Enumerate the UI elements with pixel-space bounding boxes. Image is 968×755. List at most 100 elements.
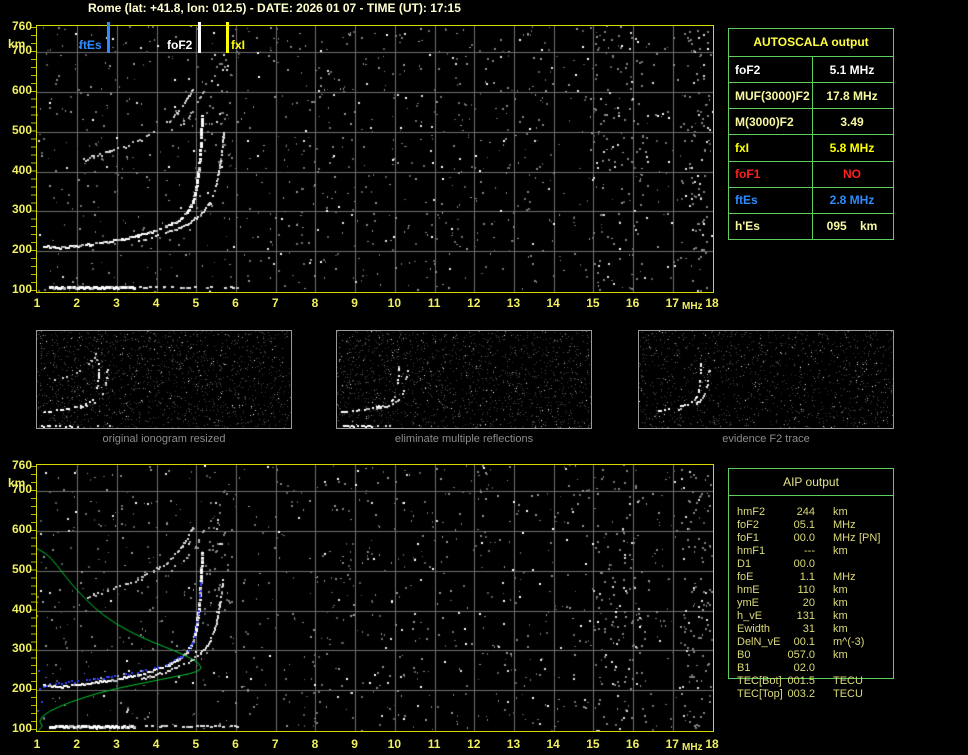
- aip-row-value: 131: [796, 610, 815, 622]
- aip-row-name: h_vE: [737, 610, 763, 622]
- autoscala-row: h'Es 095 km: [729, 212, 893, 239]
- autoscala-row: fxI 5.8 MHz: [729, 134, 893, 161]
- aip-row-name: hmF2: [737, 506, 766, 518]
- autoscala-row-value: 5.1 MHz: [829, 62, 875, 77]
- x-tick-label: 14: [546, 737, 560, 751]
- aip-row-name: Ewidth: [737, 623, 771, 635]
- aip-row-value: 00.1: [793, 636, 815, 648]
- autoscala-row-label: ftEs: [735, 193, 758, 208]
- autoscala-app-window: { "title": "Rome (lat: +41.8, lon: 012.5…: [0, 0, 968, 755]
- aip-row-value: 1.1: [799, 571, 815, 583]
- autoscala-row-label: h'Es: [735, 219, 760, 234]
- thumbnail-2: [336, 330, 592, 429]
- aip-row-unit: MHz: [833, 571, 856, 583]
- top-ionogram-canvas: [37, 26, 713, 292]
- aip-row-value: 00.0: [793, 558, 815, 570]
- aip-row-unit: MHz: [833, 532, 856, 544]
- aip-row-name: foF2: [737, 519, 760, 531]
- bottom-plot-x-unit-label: MHz: [682, 742, 703, 753]
- y-tick-label: 600: [11, 521, 32, 536]
- aip-row-unit: TECU: [833, 675, 863, 687]
- autoscala-row-value: 095 km: [826, 219, 878, 234]
- aip-row-unit: km: [833, 545, 848, 557]
- top-plot-y-unit-label: km: [8, 37, 26, 51]
- thumbnail-caption-3: evidence F2 trace: [722, 433, 810, 445]
- x-tick-label: 13: [506, 296, 521, 310]
- aip-row-value: 05.1: [793, 519, 815, 531]
- y-tick-label: 600: [11, 82, 32, 97]
- aip-row-unit: km: [833, 584, 848, 596]
- autoscala-row-label: M(3000)F2: [735, 114, 794, 129]
- page-title: Rome (lat: +41.8, lon: 012.5) - DATE: 20…: [88, 1, 461, 15]
- x-tick-label: 18: [705, 296, 719, 310]
- aip-row: foF1 00.0 MHz [PN]: [729, 532, 893, 545]
- aip-row: foE 1.1 MHz: [729, 571, 893, 584]
- x-tick-label: 15: [586, 296, 600, 310]
- x-tick-label: 9: [351, 296, 358, 310]
- x-tick-label: 5: [192, 296, 200, 310]
- aip-row-name: foF1: [737, 532, 760, 544]
- autoscala-row: ftEs 2.8 MHz: [729, 186, 893, 213]
- aip-row: TEC[Top] 003.2 TECU: [729, 688, 893, 701]
- aip-row-value: 003.2: [787, 688, 815, 700]
- x-tick-label: 6: [232, 296, 239, 310]
- autoscala-row: M(3000)F2 3.49: [729, 108, 893, 135]
- marker-label-fof2: foF2: [167, 38, 193, 52]
- autoscala-row-value: 5.8 MHz: [829, 140, 875, 155]
- aip-row: TEC[Bot] 001.5 TECU: [729, 675, 893, 688]
- thumbnail-caption-2: eliminate multiple reflections: [394, 433, 534, 445]
- thumbnail-caption-1: original ionogram resized: [102, 433, 226, 445]
- marker-line-ftes: [106, 22, 110, 53]
- aip-row: B1 02.0: [729, 662, 893, 675]
- aip-row: h_vE 131 km: [729, 610, 893, 623]
- bottom-ionogram-canvas: [37, 465, 713, 731]
- autoscala-row: MUF(3000)F2 17.8 MHz: [729, 82, 893, 109]
- aip-table-divider: [729, 495, 893, 496]
- top-plot-x-unit-label: MHz: [682, 301, 703, 312]
- aip-row-unit: km: [833, 649, 848, 661]
- y-tick-label: 500: [11, 561, 32, 576]
- autoscala-output-table: AUTOSCALA output foF2 5.1 MHz MUF(3000)F2 1…: [728, 28, 894, 240]
- aip-row: B0 057.0 km: [729, 649, 893, 662]
- aip-row-value: 20: [802, 597, 815, 609]
- y-tick-label: 760: [11, 458, 32, 472]
- x-tick-label: 18: [705, 737, 719, 751]
- aip-row-name: D1: [737, 558, 752, 570]
- aip-row: D1 00.0: [729, 558, 893, 571]
- aip-row-unit: km: [833, 623, 848, 635]
- thumbnail-canvas-3: [639, 331, 893, 428]
- autoscala-table-rows: foF2 5.1 MHz MUF(3000)F2 17.8 MHz M(3000)F2 3…: [729, 56, 893, 239]
- aip-row-value: 31: [802, 623, 815, 635]
- x-tick-label: 11: [427, 737, 441, 751]
- x-tick-label: 16: [625, 737, 640, 751]
- x-tick-label: 12: [467, 296, 481, 310]
- y-tick-label: 100: [11, 282, 32, 297]
- x-tick-label: 15: [586, 737, 600, 751]
- autoscala-table-header: AUTOSCALA output: [753, 35, 869, 49]
- y-tick-label: 400: [11, 162, 32, 177]
- bottom-plot-y-unit-label: km: [8, 476, 26, 490]
- y-tick-label: 100: [11, 721, 32, 736]
- aip-row-unit: km: [833, 610, 848, 622]
- x-tick-label: 12: [467, 737, 481, 751]
- aip-row-unit: TECU: [833, 688, 863, 700]
- aip-row-name: B0: [737, 649, 751, 661]
- x-tick-label: 4: [152, 296, 160, 310]
- thumbnail-1: [36, 330, 292, 429]
- x-tick-label: 3: [113, 296, 120, 310]
- aip-row-value: 244: [796, 506, 815, 518]
- x-tick-label: 13: [506, 737, 521, 751]
- aip-row-name: B1: [737, 662, 751, 674]
- x-tick-label: 9: [351, 737, 358, 751]
- y-tick-label: 200: [11, 681, 32, 696]
- aip-row-name: DelN_vE: [737, 636, 781, 648]
- x-tick-label: 2: [73, 296, 81, 310]
- y-tick-label: 400: [11, 601, 32, 616]
- aip-row: hmF1 --- km: [729, 545, 893, 558]
- autoscala-row-label: foF2: [735, 62, 761, 77]
- aip-row-extra: [PN]: [859, 532, 881, 544]
- autoscala-row-label: foF1: [735, 167, 761, 182]
- y-tick-label: 200: [11, 242, 32, 257]
- y-tick-label: 300: [11, 202, 32, 217]
- aip-row-value: ---: [804, 545, 815, 557]
